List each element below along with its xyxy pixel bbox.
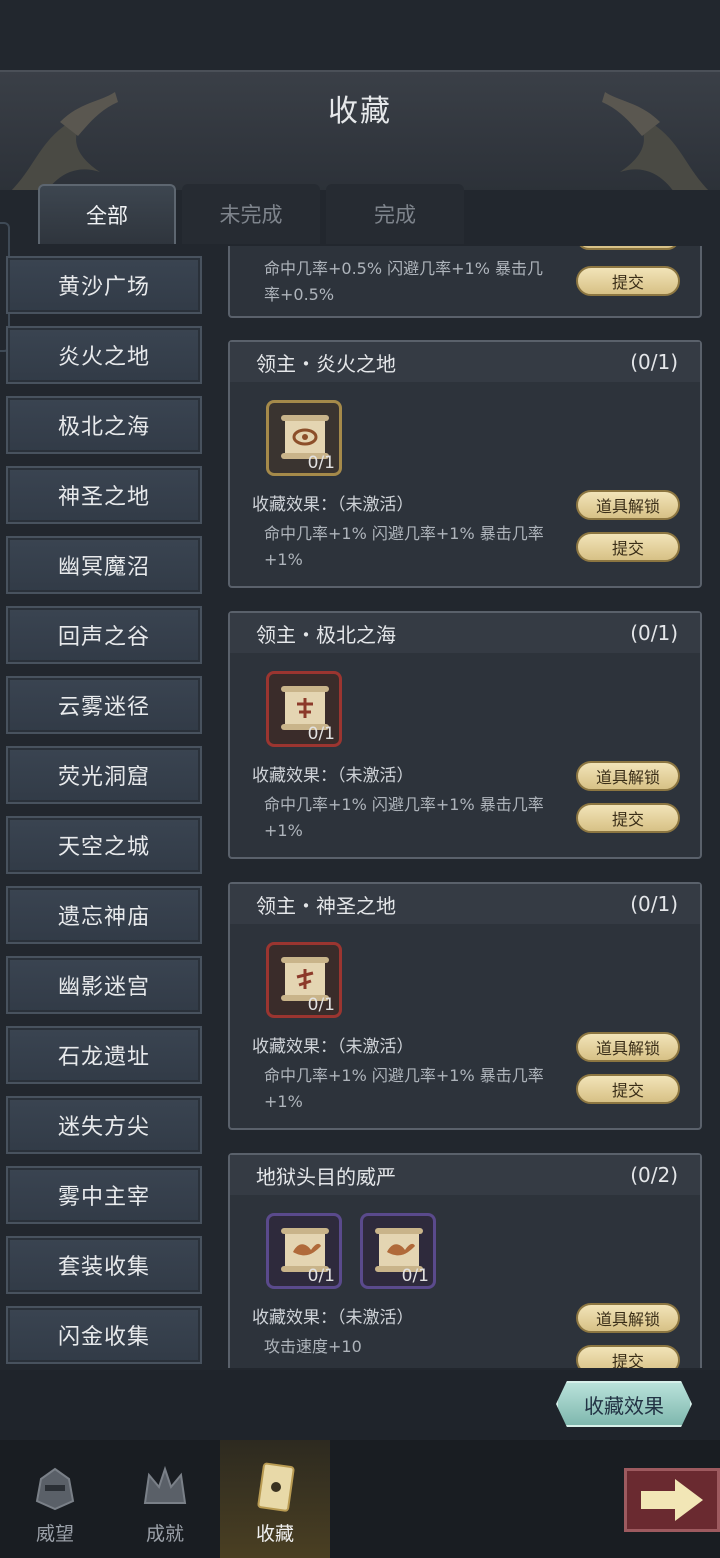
unlock-button[interactable]: 道具解锁 xyxy=(576,1303,680,1333)
crown-icon xyxy=(143,1465,187,1504)
card-icon xyxy=(257,1462,295,1512)
collection-item-slot[interactable]: 0/1 xyxy=(266,671,342,747)
helmet-icon xyxy=(35,1467,75,1511)
card-title: 领主・神圣之地 xyxy=(256,893,396,918)
sidebar-item-youying[interactable]: 幽影迷宫 xyxy=(6,956,202,1014)
sidebar-item-shensheng[interactable]: 神圣之地 xyxy=(6,466,202,524)
card-progress: (0/1) xyxy=(630,350,678,374)
card-header: 领主・神圣之地 (0/1) xyxy=(230,884,700,924)
collection-effect-button[interactable]: 收藏效果 xyxy=(556,1381,692,1427)
unlock-button[interactable]: 道具解锁 xyxy=(576,761,680,791)
card-title: 领主・极北之海 xyxy=(256,622,396,647)
unlock-button[interactable]: 道具解锁 xyxy=(576,1032,680,1062)
top-bar xyxy=(0,0,720,76)
collection-card: 领主・神圣之地 (0/1) 0/1 收藏效果：（未激活） 命中几率+1% 闪避几… xyxy=(228,882,702,1130)
sidebar-item-yanhuo[interactable]: 炎火之地 xyxy=(6,326,202,384)
tab-incomplete[interactable]: 未完成 xyxy=(182,184,320,244)
collection-item-slot[interactable]: 0/1 xyxy=(266,942,342,1018)
sidebar[interactable]: 黄沙广场 炎火之地 极北之海 神圣之地 幽冥魔沼 回声之谷 云雾迷径 荧光洞窟 … xyxy=(6,256,206,1368)
submit-button[interactable]: 提交 xyxy=(576,1074,680,1104)
card-progress: (0/2) xyxy=(630,1163,678,1187)
sidebar-item-huisheng[interactable]: 回声之谷 xyxy=(6,606,202,664)
item-row: 0/1 0/1 xyxy=(230,1195,700,1289)
card-title: 地狱头目的威严 xyxy=(256,1164,396,1189)
sidebar-item-tiankong[interactable]: 天空之城 xyxy=(6,816,202,874)
tab-complete[interactable]: 完成 xyxy=(326,184,464,244)
submit-button[interactable]: 提交 xyxy=(576,803,680,833)
collection-item-slot[interactable]: 0/1 xyxy=(266,400,342,476)
card-header: 领主・极北之海 (0/1) xyxy=(230,613,700,653)
collection-card: 命中几率+0.5% 闪避几率+1% 暴击几 率+0.5% 提交 xyxy=(228,246,702,318)
card-progress: (0/1) xyxy=(630,621,678,645)
collection-card: 地狱头目的威严 (0/2) 0/1 0/1 收藏效果：（未激活） 攻击速度+10… xyxy=(228,1153,702,1368)
collection-item-slot[interactable]: 0/1 xyxy=(266,1213,342,1289)
tab-bar: 全部 未完成 完成 xyxy=(38,184,464,244)
stats-line: 命中几率+0.5% 闪避几率+1% 暴击几 xyxy=(264,259,544,278)
stats-line: 命中几率+1% 闪避几率+1% 暴击几率 xyxy=(264,1066,544,1085)
nav-prestige[interactable]: 威望 xyxy=(0,1440,110,1558)
sidebar-item-mishi[interactable]: 迷失方尖 xyxy=(6,1096,202,1154)
submit-button[interactable]: 提交 xyxy=(576,532,680,562)
stats-line: 命中几率+1% 闪避几率+1% 暴击几率 xyxy=(264,795,544,814)
collection-card: 领主・炎火之地 (0/1) 0/1 收藏效果：（未激活） 命中几率+1% 闪避几… xyxy=(228,340,702,588)
stats-line: 攻击速度+10 xyxy=(264,1337,362,1356)
sidebar-item-taozhuang[interactable]: 套装收集 xyxy=(6,1236,202,1294)
nav-label: 成就 xyxy=(145,1523,184,1545)
sidebar-item-yingguang[interactable]: 荧光洞窟 xyxy=(6,746,202,804)
sidebar-item-yiwang[interactable]: 遗忘神庙 xyxy=(6,886,202,944)
collection-card: 领主・极北之海 (0/1) 0/1 收藏效果：（未激活） 命中几率+1% 闪避几… xyxy=(228,611,702,859)
item-count: 0/1 xyxy=(307,724,335,744)
stats-line: +1% xyxy=(264,1092,303,1111)
card-header: 地狱头目的威严 (0/2) xyxy=(230,1155,700,1195)
submit-button[interactable]: 提交 xyxy=(576,1345,680,1368)
sidebar-item-yunwu[interactable]: 云雾迷径 xyxy=(6,676,202,734)
card-title: 领主・炎火之地 xyxy=(256,351,396,376)
sidebar-item-jibei[interactable]: 极北之海 xyxy=(6,396,202,454)
next-arrow-button[interactable] xyxy=(624,1468,720,1532)
nav-label: 收藏 xyxy=(255,1523,294,1545)
item-row: 0/1 xyxy=(230,924,700,1018)
item-row: 0/1 xyxy=(230,382,700,476)
sidebar-item-huangsha[interactable]: 黄沙广场 xyxy=(6,256,202,314)
sidebar-item-shilong[interactable]: 石龙遗址 xyxy=(6,1026,202,1084)
page-title: 收藏 xyxy=(328,94,392,129)
item-count: 0/1 xyxy=(401,1266,429,1286)
nav-collection[interactable]: 收藏 xyxy=(220,1440,330,1558)
stats-line: +1% xyxy=(264,550,303,569)
card-progress: (0/1) xyxy=(630,892,678,916)
bottom-nav: 威望 成就 收藏 xyxy=(0,1440,720,1558)
submit-button[interactable]: 提交 xyxy=(576,266,680,296)
stats-line: +1% xyxy=(264,821,303,840)
item-row: 0/1 xyxy=(230,653,700,747)
item-count: 0/1 xyxy=(307,995,335,1015)
arrow-right-icon xyxy=(641,1479,703,1521)
sidebar-item-shanjin[interactable]: 闪金收集 xyxy=(6,1306,202,1364)
sidebar-item-wuzhong[interactable]: 雾中主宰 xyxy=(6,1166,202,1224)
item-count: 0/1 xyxy=(307,453,335,473)
tab-all[interactable]: 全部 xyxy=(38,184,176,244)
item-count: 0/1 xyxy=(307,1266,335,1286)
stats-line: 率+0.5% xyxy=(264,285,335,304)
nav-label: 威望 xyxy=(35,1523,74,1545)
collection-list[interactable]: 命中几率+0.5% 闪避几率+1% 暴击几 率+0.5% 提交 领主・炎火之地 … xyxy=(224,246,708,1368)
sidebar-item-youming[interactable]: 幽冥魔沼 xyxy=(6,536,202,594)
unlock-button[interactable]: 道具解锁 xyxy=(576,490,680,520)
stats-line: 命中几率+1% 闪避几率+1% 暴击几率 xyxy=(264,524,544,543)
card-header: 领主・炎火之地 (0/1) xyxy=(230,342,700,382)
nav-achievement[interactable]: 成就 xyxy=(110,1440,220,1558)
collection-item-slot[interactable]: 0/1 xyxy=(360,1213,436,1289)
